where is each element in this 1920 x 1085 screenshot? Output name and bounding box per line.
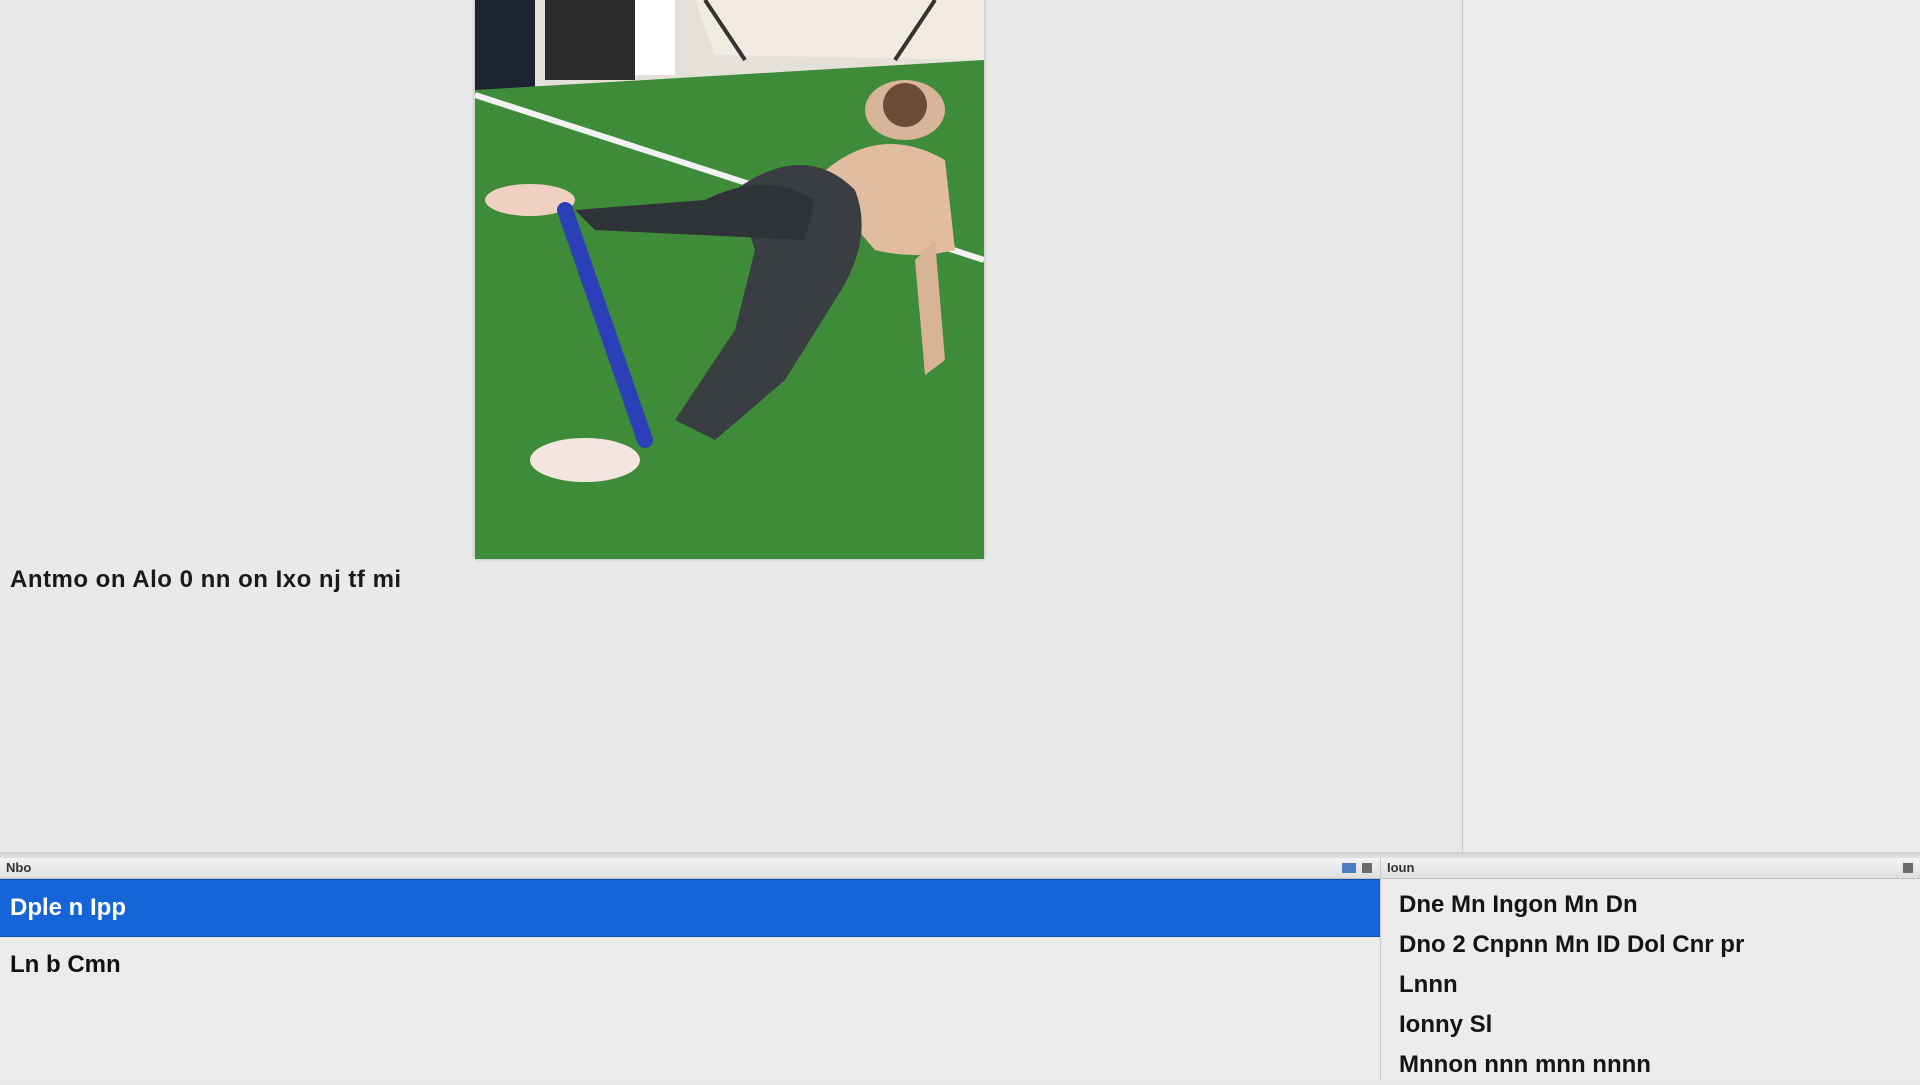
view-toggle-icon[interactable] — [1342, 863, 1356, 873]
details-pane-title: Ioun — [1387, 860, 1415, 875]
image-caption: Antmo on Alo 0 nn on Ixo nj tf mi — [10, 566, 402, 593]
detail-line: Mnnon nnn mnn nnnn — [1399, 1051, 1651, 1078]
pane-menu-icon[interactable] — [1362, 863, 1372, 873]
document-view: Antmo on Alo 0 nn on Ixo nj tf mi — [0, 0, 1462, 852]
list-pane-title: Nbo — [6, 860, 32, 875]
details-pane: Ioun Dne Mn Ingon Mn Dn Dno 2 Cnpnn Mn I… — [1380, 858, 1920, 1080]
detail-line: Ionny Sl — [1399, 1011, 1493, 1038]
detail-line: Dno 2 Cnpnn Mn ID Dol Cnr pr — [1399, 931, 1745, 958]
exercise-photo[interactable] — [475, 0, 984, 559]
list-pane-header: Nbo — [0, 858, 1380, 879]
details-menu-icon[interactable] — [1903, 863, 1913, 873]
photo-illustration — [475, 0, 984, 559]
detail-line: Lnnn — [1399, 971, 1458, 998]
inspector-pane — [1462, 0, 1920, 852]
item-list-pane: Nbo Dple n Ipp Ln b Cmn — [0, 858, 1380, 1080]
detail-line: Dne Mn Ingon Mn Dn — [1399, 891, 1638, 918]
list-item-label: Dple n Ipp — [10, 894, 126, 921]
list-item[interactable]: Ln b Cmn — [0, 937, 1380, 993]
list-item-label: Ln b Cmn — [10, 951, 121, 978]
list-item[interactable]: Dple n Ipp — [0, 879, 1380, 937]
details-pane-header: Ioun — [1381, 858, 1920, 879]
details-list: Dne Mn Ingon Mn Dn Dno 2 Cnpnn Mn ID Dol… — [1381, 879, 1920, 1085]
